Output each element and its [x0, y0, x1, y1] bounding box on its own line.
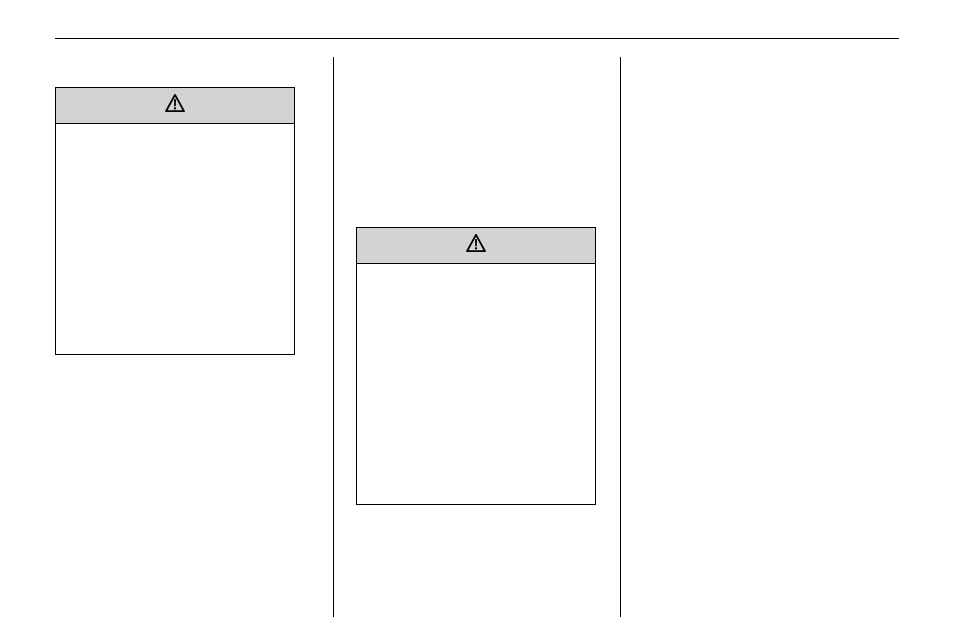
- warning-box: [356, 227, 596, 505]
- column-1: [55, 57, 325, 617]
- column-3: [629, 57, 899, 617]
- warning-triangle-icon: [466, 234, 486, 257]
- column-2: [342, 57, 612, 617]
- columns-container: [55, 57, 899, 617]
- warning-box: [55, 87, 295, 355]
- warning-box-body: [56, 124, 294, 354]
- warning-box-header: [56, 88, 294, 124]
- warning-triangle-icon: [165, 94, 185, 117]
- warning-box-body: [357, 264, 595, 504]
- warning-box-header: [357, 228, 595, 264]
- column-divider: [620, 57, 621, 617]
- header-rule: [55, 38, 899, 39]
- document-page: [55, 38, 899, 617]
- column-divider: [333, 57, 334, 617]
